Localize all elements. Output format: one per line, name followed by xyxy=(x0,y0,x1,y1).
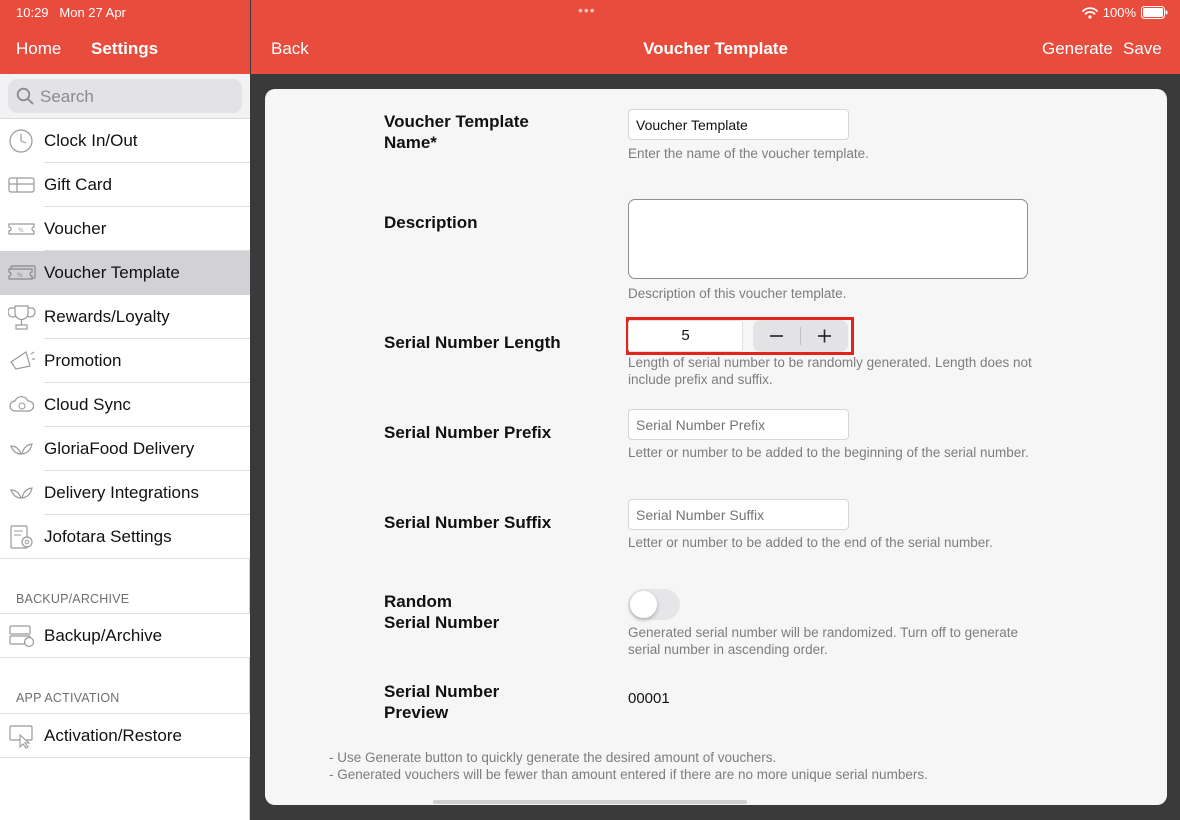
section-header-backup: BACKUP/ARCHIVE xyxy=(16,592,130,606)
sidebar-item-jofotara-settings[interactable]: Jofotara Settings xyxy=(0,515,250,559)
status-indicators: 100% xyxy=(1081,5,1168,20)
sidebar-item-label: Backup/Archive xyxy=(44,626,163,645)
status-clock: 10:29 Mon 27 Apr xyxy=(16,5,126,20)
clock-icon xyxy=(9,129,33,153)
battery-icon xyxy=(1141,6,1168,19)
plus-icon xyxy=(818,329,831,343)
sidebar-item-label: Jofotara Settings xyxy=(44,527,172,546)
note-unique: - Generated vouchers will be fewer than … xyxy=(329,767,928,782)
sidebar-item-label: Cloud Sync xyxy=(44,395,131,414)
serial-suffix-input[interactable] xyxy=(628,499,849,530)
sidebar-header: 10:29 Mon 27 Apr Home Settings xyxy=(0,0,250,74)
serial-prefix-label: Serial Number Prefix xyxy=(384,423,552,442)
serial-prefix-input[interactable] xyxy=(628,409,849,440)
random-serial-label: Random Serial Number xyxy=(384,592,500,632)
trophy-icon xyxy=(8,305,36,330)
sidebar-item-label: GloriaFood Delivery xyxy=(44,439,195,458)
description-label: Description xyxy=(384,213,478,232)
sidebar-item-gloriafood-delivery[interactable]: GloriaFood Delivery xyxy=(0,427,250,471)
minus-icon xyxy=(770,335,783,337)
sidebar: 10:29 Mon 27 Apr Home Settings Search Cl… xyxy=(0,0,250,820)
sidebar-item-clock-in-out[interactable]: Clock In/Out xyxy=(0,119,250,163)
battery-percent: 100% xyxy=(1102,5,1136,20)
activation-icon xyxy=(9,725,33,749)
voucher-icon: % xyxy=(8,223,35,235)
random-serial-toggle[interactable] xyxy=(628,589,680,620)
serial-preview-label: Serial Number Preview xyxy=(384,682,500,722)
leaf-icon xyxy=(10,443,33,455)
multitasking-dots-icon[interactable]: ••• xyxy=(578,2,596,18)
page-title: Voucher Template xyxy=(643,39,788,58)
svg-text:%: % xyxy=(18,227,24,234)
increment-button[interactable] xyxy=(801,320,848,352)
wifi-icon xyxy=(1081,6,1098,19)
search-bar: Search xyxy=(0,74,250,119)
serial-suffix-help: Letter or number to be added to the end … xyxy=(628,535,993,550)
description-textarea[interactable] xyxy=(628,199,1028,279)
home-button[interactable]: Home xyxy=(16,39,61,59)
sidebar-title: Settings xyxy=(91,39,159,58)
leaf-icon xyxy=(10,487,33,499)
serial-suffix-label: Serial Number Suffix xyxy=(384,513,552,532)
random-serial-help: Generated serial number will be randomiz… xyxy=(628,625,1018,657)
sidebar-item-backup-archive[interactable]: Backup/Archive xyxy=(0,614,250,658)
sidebar-item-cloud-sync[interactable]: Cloud Sync xyxy=(0,383,250,427)
sidebar-item-label: Clock In/Out xyxy=(44,131,138,150)
save-button[interactable]: Save xyxy=(1123,39,1162,59)
search-placeholder: Search xyxy=(40,87,94,106)
gift-card-icon xyxy=(8,177,35,193)
serial-length-help: Length of serial number to be randomly g… xyxy=(628,355,1032,387)
sidebar-item-voucher[interactable]: % Voucher xyxy=(0,207,250,251)
sidebar-item-rewards-loyalty[interactable]: Rewards/Loyalty xyxy=(0,295,250,339)
serial-preview-value: 00001 xyxy=(628,690,670,707)
template-name-input[interactable] xyxy=(628,109,849,140)
voucher-template-icon: % xyxy=(8,265,36,280)
sidebar-item-label: Voucher xyxy=(44,219,107,238)
sidebar-item-label: Gift Card xyxy=(44,175,113,194)
svg-text:%: % xyxy=(17,272,23,279)
sidebar-item-label: Activation/Restore xyxy=(44,726,182,745)
sidebar-item-label: Voucher Template xyxy=(44,263,180,282)
serial-length-field[interactable]: 5 xyxy=(628,320,743,352)
search-icon xyxy=(16,87,34,105)
decrement-button[interactable] xyxy=(753,320,800,352)
navigation-bar: ••• 100% Back Voucher Template Generate … xyxy=(251,0,1180,74)
sidebar-item-activation-restore[interactable]: Activation/Restore xyxy=(0,714,250,758)
sidebar-item-delivery-integrations[interactable]: Delivery Integrations xyxy=(0,471,250,515)
sidebar-item-voucher-template[interactable]: % Voucher Template xyxy=(0,251,250,295)
serial-length-stepper xyxy=(753,320,848,352)
sidebar-item-label: Rewards/Loyalty xyxy=(44,307,170,326)
generate-button[interactable]: Generate xyxy=(1042,39,1113,59)
toggle-knob xyxy=(630,591,657,618)
section-header-activation: APP ACTIVATION xyxy=(16,691,120,705)
serial-prefix-help: Letter or number to be added to the begi… xyxy=(628,445,1029,460)
template-name-help: Enter the name of the voucher template. xyxy=(628,146,869,161)
description-help: Description of this voucher template. xyxy=(628,286,847,301)
sidebar-item-label: Promotion xyxy=(44,351,122,370)
main-panel: ••• 100% Back Voucher Template Generate … xyxy=(251,0,1180,820)
sidebar-item-gift-card[interactable]: Gift Card xyxy=(0,163,250,207)
backup-icon xyxy=(9,625,35,648)
sidebar-item-label: Delivery Integrations xyxy=(44,483,199,502)
document-settings-icon xyxy=(10,525,33,549)
serial-length-label: Serial Number Length xyxy=(384,333,561,352)
template-name-label: Voucher Template Name* xyxy=(384,112,529,152)
cloud-sync-icon xyxy=(9,396,35,412)
form-card: Voucher Template Name* Enter the name of… xyxy=(265,89,1167,805)
megaphone-icon xyxy=(10,351,35,370)
note-generate: - Use Generate button to quickly generat… xyxy=(329,750,777,765)
scroll-indicator xyxy=(433,800,747,804)
search-input[interactable]: Search xyxy=(8,79,242,113)
sidebar-item-promotion[interactable]: Promotion xyxy=(0,339,250,383)
